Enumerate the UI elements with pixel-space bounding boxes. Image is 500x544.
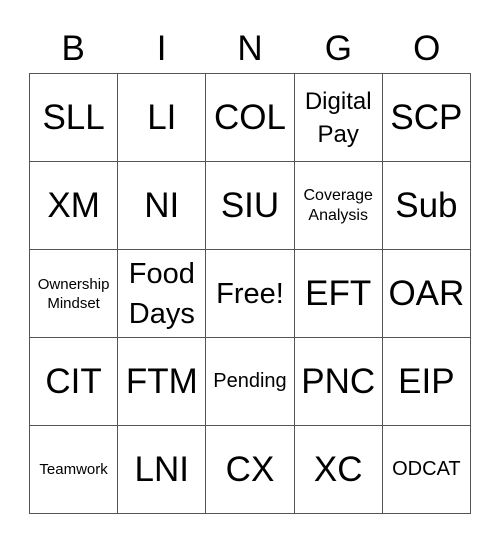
- header-letter-b: B: [61, 29, 85, 68]
- bingo-cell[interactable]: EIP: [382, 338, 471, 426]
- cell-label: Teamwork: [39, 461, 108, 478]
- header-letter-g: G: [324, 29, 352, 68]
- free-space-cell[interactable]: Free!: [206, 250, 295, 338]
- bingo-cell[interactable]: XM: [30, 162, 119, 250]
- cell-label: Ownership Mindset: [37, 275, 110, 312]
- bingo-cell[interactable]: LNI: [118, 426, 207, 514]
- cell-label: NI: [144, 185, 180, 225]
- cell-label: Pending: [213, 370, 287, 392]
- bingo-cell[interactable]: Sub: [382, 162, 471, 250]
- cell-label: SIU: [220, 185, 280, 225]
- bingo-cell[interactable]: SLL: [30, 74, 119, 162]
- bingo-cell[interactable]: EFT: [294, 250, 383, 338]
- bingo-cell[interactable]: CIT: [30, 338, 119, 426]
- cell-label: SCP: [390, 97, 463, 137]
- bingo-cell[interactable]: OAR: [382, 250, 471, 338]
- bingo-cell[interactable]: Digital Pay: [294, 74, 383, 162]
- cell-label: FTM: [125, 361, 198, 401]
- cell-label: EIP: [398, 361, 455, 401]
- cell-label: Coverage Analysis: [303, 186, 373, 224]
- bingo-cell[interactable]: Teamwork: [30, 426, 119, 514]
- bingo-cell[interactable]: ODCAT: [382, 426, 471, 514]
- cell-label: Sub: [395, 185, 458, 225]
- header-letter-n: N: [237, 29, 263, 68]
- bingo-cell[interactable]: Pending: [206, 338, 295, 426]
- bingo-cell[interactable]: PNC: [294, 338, 383, 426]
- cell-label: OAR: [388, 273, 465, 313]
- cell-label: COL: [214, 97, 286, 137]
- cell-label: Free!: [216, 277, 284, 310]
- bingo-cell[interactable]: CX: [206, 426, 295, 514]
- bingo-cell[interactable]: COL: [206, 74, 295, 162]
- cell-label: Food Days: [128, 257, 195, 330]
- bingo-cell[interactable]: Food Days: [118, 250, 207, 338]
- bingo-cell[interactable]: Ownership Mindset: [30, 250, 119, 338]
- cell-label: CIT: [45, 361, 102, 401]
- cell-label: XC: [313, 449, 363, 489]
- cell-label: Digital Pay: [304, 87, 372, 148]
- bingo-cell[interactable]: LI: [118, 74, 207, 162]
- cell-label: PNC: [301, 361, 376, 401]
- bingo-cell[interactable]: Coverage Analysis: [294, 162, 383, 250]
- cell-label: CX: [225, 449, 275, 489]
- bingo-cell[interactable]: SIU: [206, 162, 295, 250]
- cell-label: ODCAT: [392, 458, 461, 480]
- cell-label: LNI: [134, 449, 190, 489]
- header-letter-i: I: [156, 29, 167, 68]
- cell-label: XM: [47, 185, 100, 225]
- bingo-cell[interactable]: FTM: [118, 338, 207, 426]
- cell-label: LI: [147, 97, 177, 137]
- bingo-cell[interactable]: XC: [294, 426, 383, 514]
- cell-label: EFT: [305, 273, 372, 313]
- bingo-cell[interactable]: SCP: [382, 74, 471, 162]
- bingo-header: B I N G O: [29, 26, 471, 72]
- header-letter-o: O: [413, 29, 441, 68]
- cell-label: SLL: [42, 97, 105, 137]
- bingo-board: SLL LI COL Digital Pay SCP XM NI SIU Cov…: [29, 73, 471, 514]
- bingo-cell[interactable]: NI: [118, 162, 207, 250]
